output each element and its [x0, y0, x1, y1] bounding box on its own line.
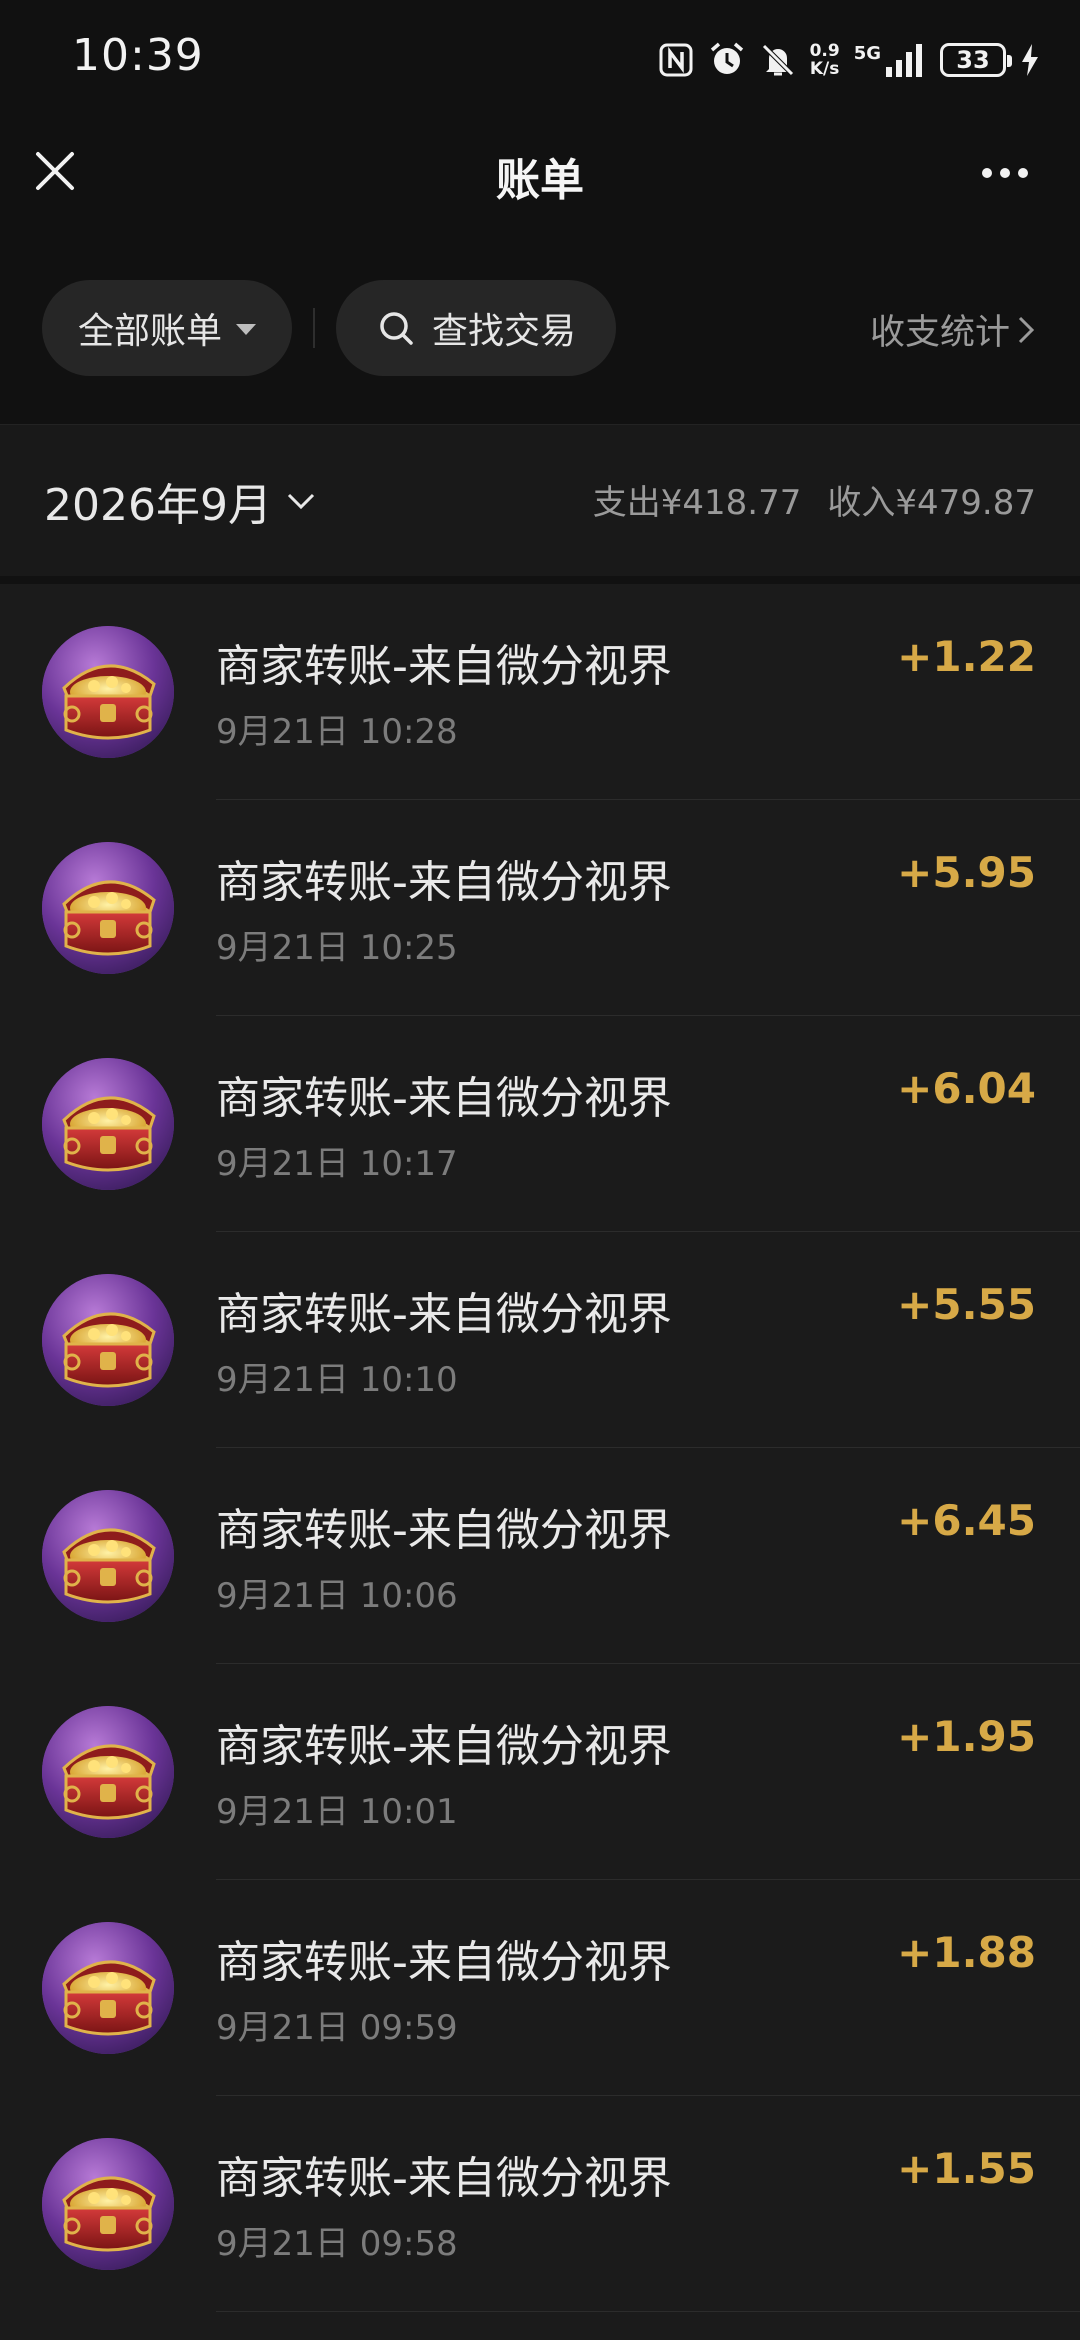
transaction-amount: +1.95: [897, 1712, 1036, 1761]
battery-icon: 33: [940, 43, 1012, 77]
transaction-time: 9月21日 10:10: [216, 1360, 458, 1400]
all-bills-label: 全部账单: [77, 311, 222, 352]
transaction-time: 9月21日 10:06: [216, 1576, 458, 1616]
treasure-chest-avatar-icon: [42, 1274, 174, 1406]
transaction-title: 商家转账-来自微分视界: [216, 2153, 672, 2204]
treasure-chest-avatar-icon: [42, 1490, 174, 1622]
more-button[interactable]: [970, 148, 1040, 198]
more-icon-dot: [1018, 168, 1028, 178]
transaction-amount: +6.45: [897, 1496, 1036, 1545]
month-label: 2026年9月: [44, 480, 272, 531]
chevron-down-icon: [287, 493, 315, 510]
more-icon-dot: [982, 168, 992, 178]
month-income: 收入¥479.87: [827, 483, 1036, 523]
transaction-time: 9月21日 10:28: [216, 712, 458, 752]
transaction-title: 商家转账-来自微分视界: [216, 1721, 672, 1772]
search-label: 查找交易: [431, 311, 576, 352]
more-icon-dot: [1000, 168, 1010, 178]
month-summary-bar: 2026年9月 支出¥418.77 收入¥479.87: [0, 424, 1080, 576]
transaction-time: 9月21日 09:59: [216, 2008, 458, 2048]
transaction-row[interactable]: 商家转账-来自微分视界 9月21日 10:06 +6.45: [0, 1448, 1080, 1664]
transaction-list: 商家转账-来自微分视界 9月21日 10:28 +1.22 商家转账-来自微分视…: [0, 584, 1080, 2340]
income-expense-stats-link[interactable]: 收支统计: [870, 304, 1036, 355]
transaction-amount: +5.95: [897, 848, 1036, 897]
transaction-title: 商家转账-来自微分视界: [216, 1073, 672, 1124]
stats-label: 收支统计: [869, 313, 1010, 353]
treasure-chest-avatar-icon: [42, 1058, 174, 1190]
transaction-amount: +1.22: [897, 632, 1036, 681]
treasure-chest-avatar-icon: [42, 1706, 174, 1838]
transaction-time: 9月21日 09:58: [216, 2224, 458, 2264]
battery-level: 33: [956, 46, 990, 74]
status-bar: 10:39 0.9 K/s 5G 33: [0, 0, 1080, 120]
transaction-title: 商家转账-来自微分视界: [216, 641, 672, 692]
status-time: 10:39: [72, 30, 204, 81]
caret-down-icon: [236, 323, 256, 335]
filter-row: 全部账单 查找交易 收支统计: [0, 280, 1080, 376]
signal-icon: 5G: [854, 43, 926, 77]
search-icon: [380, 312, 413, 345]
treasure-chest-avatar-icon: [42, 626, 174, 758]
transaction-title: 商家转账-来自微分视界: [216, 857, 672, 908]
mute-icon: [760, 42, 796, 78]
transaction-row[interactable]: 商家转账-来自微分视界 9月21日 10:17 +6.04: [0, 1016, 1080, 1232]
page-title: 账单: [496, 155, 584, 206]
search-transactions-button[interactable]: 查找交易: [336, 280, 616, 376]
alarm-icon: [708, 41, 746, 79]
transaction-row[interactable]: 商家转账-来自微分视界 9月21日 09:59 +1.88: [0, 1880, 1080, 2096]
transaction-amount: +6.04: [897, 1064, 1036, 1113]
month-selector[interactable]: 2026年9月: [44, 469, 316, 533]
transaction-amount: +1.55: [897, 2144, 1036, 2193]
transaction-amount: +1.88: [897, 1928, 1036, 1977]
transaction-title: 商家转账-来自微分视界: [216, 1937, 672, 1988]
transaction-row[interactable]: 商家转账-来自微分视界 9月21日 10:10 +5.55: [0, 1232, 1080, 1448]
month-totals: 支出¥418.77 收入¥479.87: [593, 475, 1036, 524]
transaction-row[interactable]: 商家转账-来自微分视界 9月21日 10:28 +1.22: [0, 584, 1080, 800]
charging-icon: [1020, 43, 1040, 77]
network-type: 5G: [853, 43, 881, 64]
month-expense: 支出¥418.77: [592, 483, 802, 523]
treasure-chest-avatar-icon: [42, 2138, 174, 2270]
transaction-amount: +5.55: [897, 1280, 1036, 1329]
net-speed: 0.9 K/s: [810, 42, 840, 78]
transaction-row[interactable]: 商家转账-来自微分视界 9月21日 09:58 +1.55: [0, 2096, 1080, 2312]
treasure-chest-avatar-icon: [42, 842, 174, 974]
transaction-title: 商家转账-来自微分视界: [216, 1289, 672, 1340]
net-speed-value: 0.9: [809, 41, 840, 61]
transaction-time: 9月21日 10:01: [216, 1792, 458, 1832]
transaction-row[interactable]: 商家转账-来自微分视界 9月21日 10:25 +5.95: [0, 800, 1080, 1016]
row-divider: [216, 2311, 1080, 2312]
transaction-time: 9月21日 10:17: [216, 1144, 458, 1184]
title-bar: 账单: [0, 120, 1080, 230]
transaction-row[interactable]: 商家转账-来自微分视界 9月21日 10:01 +1.95: [0, 1664, 1080, 1880]
nfc-icon: [658, 42, 694, 78]
net-speed-unit: K/s: [809, 59, 840, 79]
filter-divider: [313, 308, 315, 348]
all-bills-dropdown[interactable]: 全部账单: [42, 280, 292, 376]
transaction-time: 9月21日 10:25: [216, 928, 458, 968]
chevron-right-icon: [1018, 316, 1035, 343]
transaction-title: 商家转账-来自微分视界: [216, 1505, 672, 1556]
status-icons: 0.9 K/s 5G 33: [658, 36, 1040, 84]
treasure-chest-avatar-icon: [42, 1922, 174, 2054]
